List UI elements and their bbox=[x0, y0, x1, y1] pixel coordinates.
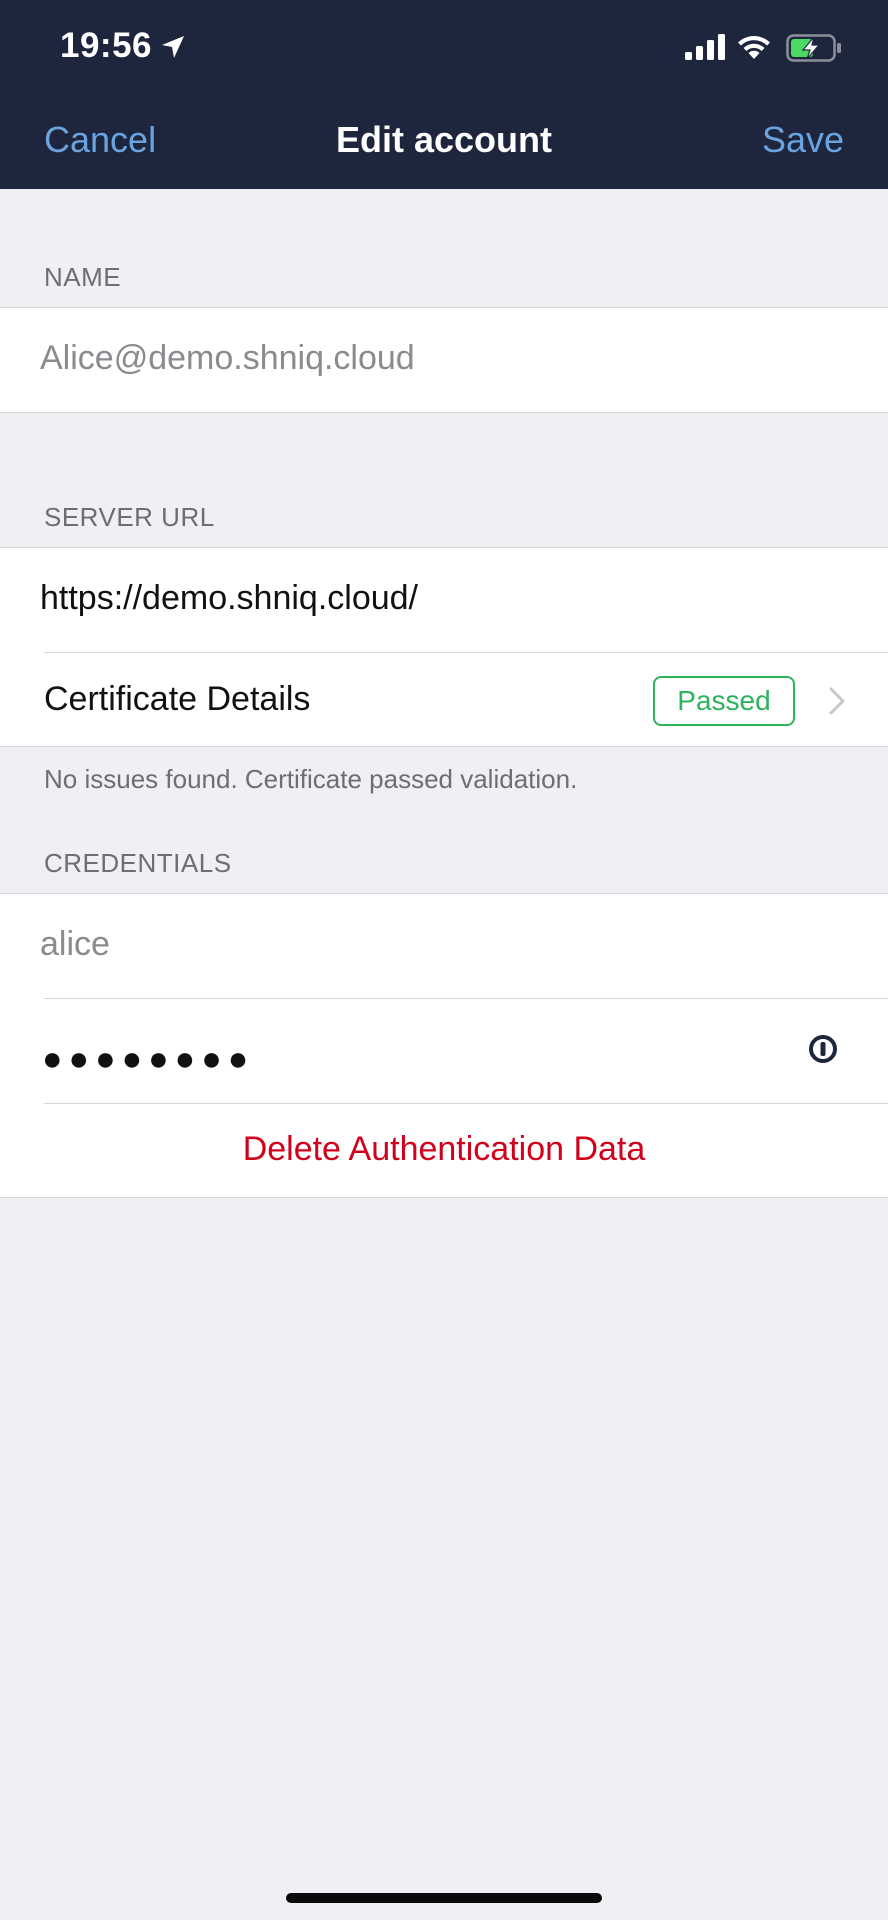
chevron-right-icon[interactable] bbox=[828, 686, 846, 716]
wifi-icon bbox=[738, 36, 770, 59]
divider bbox=[0, 412, 888, 413]
name-section-header: NAME bbox=[44, 262, 122, 292]
certificate-status-badge: Passed bbox=[653, 676, 795, 726]
name-field-value[interactable]: Alice@demo.shniq.cloud bbox=[40, 339, 415, 378]
certificate-footer-note: No issues found. Certificate passed vali… bbox=[44, 764, 578, 794]
divider bbox=[0, 893, 888, 894]
username-field[interactable]: alice bbox=[40, 925, 110, 964]
password-field[interactable]: ●●●●●●●● bbox=[42, 1040, 254, 1079]
certificate-details-label[interactable]: Certificate Details bbox=[44, 680, 310, 719]
location-arrow-icon bbox=[162, 36, 184, 58]
divider bbox=[44, 652, 888, 653]
credentials-section-header: CREDENTIALS bbox=[44, 848, 232, 878]
divider bbox=[0, 746, 888, 747]
divider bbox=[44, 998, 888, 999]
divider bbox=[0, 547, 888, 548]
divider bbox=[0, 1197, 888, 1198]
divider bbox=[44, 1103, 888, 1104]
name-field[interactable]: Alice@demo.shniq.cloud bbox=[0, 307, 888, 412]
page-title: Edit account bbox=[335, 119, 553, 160]
show-password-icon[interactable] bbox=[808, 1034, 838, 1064]
divider bbox=[0, 307, 888, 308]
save-button[interactable]: Save bbox=[762, 119, 844, 161]
cell-signal-icon bbox=[685, 34, 725, 60]
battery-charging-icon bbox=[786, 34, 841, 62]
delete-authentication-data-button[interactable]: Delete Authentication Data bbox=[0, 1130, 888, 1169]
home-indicator[interactable] bbox=[286, 1893, 602, 1903]
status-time: 19:56 bbox=[60, 26, 153, 65]
server-url-field[interactable]: https://demo.shniq.cloud/ bbox=[40, 579, 418, 618]
server-url-section-header: SERVER URL bbox=[44, 502, 215, 532]
navigation-bar: 19:56 Cancel Edit account Save bbox=[0, 0, 888, 189]
